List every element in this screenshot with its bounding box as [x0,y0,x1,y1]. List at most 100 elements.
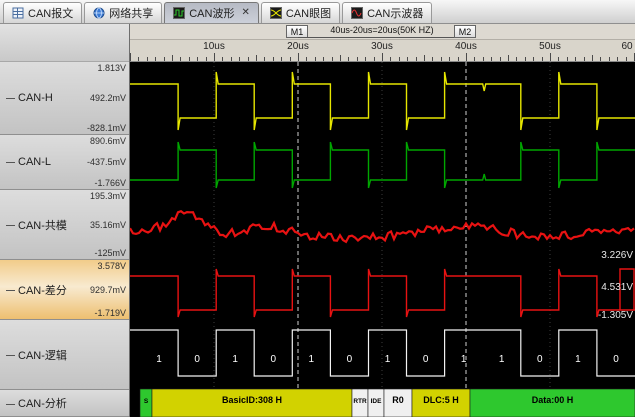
ruler-tick [449,57,451,61]
ruler-tick [314,57,316,61]
ruler-tick [281,57,283,61]
tab-label: CAN波形 [189,8,235,20]
oscilloscope-icon [351,7,364,19]
svg-text:0: 0 [423,354,429,365]
scale-value-mid: 929.7mV [89,284,126,295]
svg-text:0: 0 [613,354,619,365]
channel-label: CAN-差分 [6,282,67,298]
scale-value-mid: 492.2mV [89,93,126,103]
ruler-tick [424,55,425,61]
ruler-tick [398,57,400,61]
scale-value-mid: 35.16mV [89,219,126,230]
svg-text:DLC:5 H: DLC:5 H [423,395,459,405]
channel-label: CAN-L [6,156,51,168]
tab-can-waveform[interactable]: CAN波形 ✕ [164,2,259,23]
ruler-tick [356,57,358,61]
tab-network-sharing[interactable]: 网络共享 [84,2,163,23]
svg-text:1: 1 [309,354,315,365]
tree-line [6,161,15,163]
tree-line [6,97,15,99]
ruler-tick [155,57,157,61]
channel-row-can-logic[interactable]: CAN-逻辑 [0,320,129,390]
marker-bar: M1 40us-20us=20us(50K HZ) M2 [130,24,635,40]
svg-text:1: 1 [156,354,162,365]
channel-row-can-common-mode[interactable]: CAN-共模 195.3mV 35.16mV -125mV [0,190,129,260]
tab-close-icon[interactable]: ✕ [241,8,249,18]
tree-line [6,290,15,292]
channel-label: CAN-分析 [6,395,67,411]
ruler-tick-label: 30us [371,41,393,52]
ruler-tick [600,57,602,61]
ruler-tick [365,57,367,61]
ruler-tick [390,57,392,61]
ruler-tick [230,57,232,61]
ruler-tick-label: 20us [287,41,309,52]
waveform-display[interactable]: 1 0 1 0 1 0 1 0 1 1 0 1 0 S BasicID:308 H RTR IDE R0 DLC:5… [130,62,635,417]
marker-m2[interactable]: M2 [454,25,476,38]
svg-text:1: 1 [461,354,467,365]
tab-can-messages[interactable]: CAN报文 [3,2,83,23]
ruler-tick [482,57,484,61]
ruler-tick-label: 60 [621,41,633,52]
channel-label: CAN-H [6,92,53,104]
scale-value-bottom: -828.1mV [86,123,126,133]
ruler-tick [533,57,535,61]
ruler-tick [340,55,341,61]
svg-text:-1.305V: -1.305V [598,310,633,321]
tab-can-eye-diagram[interactable]: CAN眼图 [260,2,341,23]
scale-value-mid: -437.5mV [86,157,126,167]
scale-value-bottom: -1.719V [94,308,126,318]
ruler-tick [188,57,190,61]
tab-can-oscilloscope[interactable]: CAN示波器 [342,2,433,23]
ruler-tick [524,57,526,61]
ruler-tick [373,57,375,61]
svg-text:Data:00 H: Data:00 H [532,395,574,405]
channel-label: CAN-逻辑 [6,347,67,363]
svg-text:S: S [144,398,149,405]
ruler-tick [432,57,434,61]
ruler-tick [583,57,585,61]
report-icon [12,7,24,19]
globe-icon [93,7,105,19]
ruler-tick [197,57,199,61]
tree-line [6,225,15,227]
scope-column: M1 40us-20us=20us(50K HZ) M2 10us 20us 30u… [130,24,635,417]
channel-row-can-h[interactable]: CAN-H 1.813V 492.2mV -828.1mV [0,62,129,135]
ruler-tick-label: 40us [455,41,477,52]
ruler-tick [415,57,417,61]
main-content: CAN-H 1.813V 492.2mV -828.1mV CAN-L 890.… [0,24,635,417]
ruler-tick [407,57,409,61]
ruler-tick [306,57,308,61]
ruler-tick [247,57,249,61]
ruler-tick [222,57,224,61]
svg-text:BasicID:308 H: BasicID:308 H [222,395,282,405]
ruler-tick [180,57,182,61]
ruler-tick [491,57,493,61]
marker-measurement: 40us-20us=20us(50K HZ) [330,25,434,35]
ruler-tick [457,57,459,61]
ruler-tick [323,57,325,61]
svg-text:1: 1 [499,354,505,365]
channel-row-can-analysis[interactable]: CAN-分析 [0,390,129,417]
ruler-tick [541,57,543,61]
time-ruler[interactable]: 10us 20us 30us 40us 50us 60 [130,40,635,62]
ruler-tick [130,53,131,61]
ruler-tick [205,57,207,61]
ruler-tick [256,55,257,61]
ruler-tick [331,57,333,61]
ruler-tick [617,57,619,61]
channel-panel-header [0,24,129,62]
channel-row-can-differential[interactable]: CAN-差分 3.578V 929.7mV -1.719V [0,260,129,320]
waveform-canvas: 1 0 1 0 1 0 1 0 1 1 0 1 0 S BasicID:308 H RTR IDE R0 DLC:5… [130,62,635,417]
ruler-tick [272,57,274,61]
ruler-tick [474,57,476,61]
ruler-tick-label: 50us [539,41,561,52]
ruler-tick [138,57,140,61]
scale-value-bottom: -1.766V [94,178,126,188]
waveform-icon [173,7,186,19]
ruler-tick [264,57,266,61]
ruler-tick [550,53,551,61]
channel-row-can-l[interactable]: CAN-L 890.6mV -437.5mV -1.766V [0,135,129,190]
ruler-tick [566,57,568,61]
ruler-tick [239,57,241,61]
